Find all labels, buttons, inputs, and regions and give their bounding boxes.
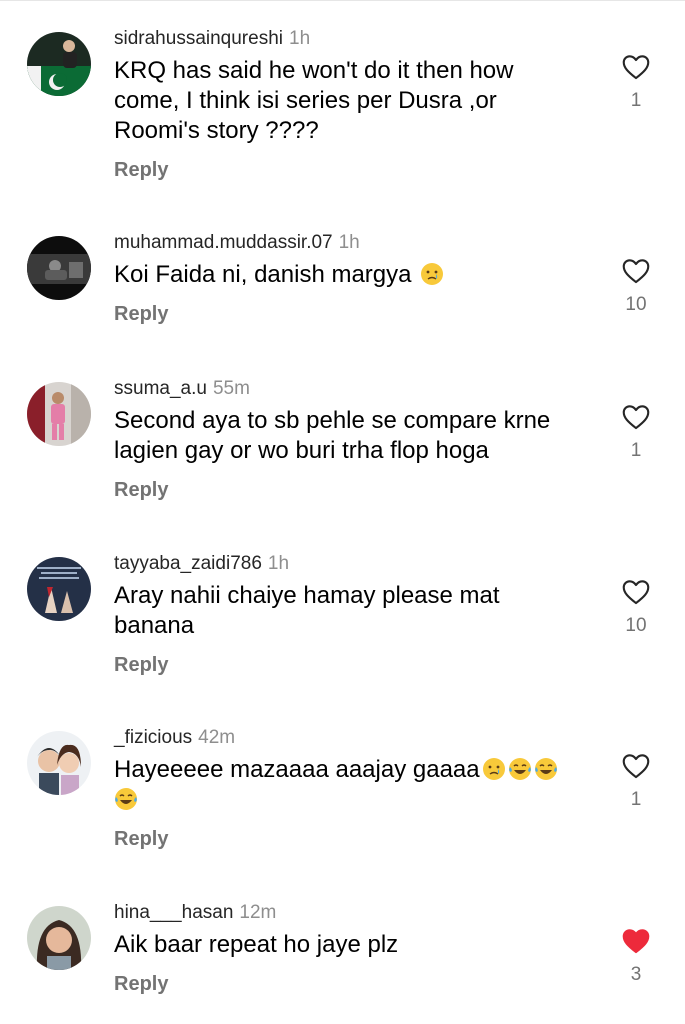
comment-text: Aik baar repeat ho jaye plz <box>114 930 584 960</box>
comment-line: KRQ has said he won't do it then how <box>114 57 514 84</box>
cartoon-couple-avatar <box>27 731 91 795</box>
comment-line: Koi Faida ni, danish margya <box>114 260 584 290</box>
comment-meta: _fizicious 42m <box>114 727 584 749</box>
timestamp: 1h <box>267 553 290 574</box>
tears-of-joy-emoji <box>115 788 137 810</box>
username[interactable]: _fizicious <box>114 727 192 748</box>
username[interactable]: sidrahussainqureshi <box>114 28 283 49</box>
reply-button[interactable]: Reply <box>114 478 168 502</box>
comment-text: Second aya to sb pehle se compare krne l… <box>114 406 584 466</box>
comment-line: Aik baar repeat ho jaye plz <box>114 931 399 958</box>
like-group: 1 <box>612 54 660 112</box>
comment-meta: ssuma_a.u 55m <box>114 378 584 400</box>
like-count: 1 <box>630 90 642 111</box>
heart-icon[interactable] <box>622 258 650 284</box>
avatar[interactable] <box>27 557 91 621</box>
comment-meta: muhammad.muddassir.07 1h <box>114 232 584 254</box>
like-group: 10 <box>612 258 660 316</box>
comment-meta: tayyaba_zaidi786 1h <box>114 553 584 575</box>
timestamp: 42m <box>198 727 236 748</box>
reply-button[interactable]: Reply <box>114 653 168 677</box>
comment-line-text: Koi Faida ni, danish margya <box>114 261 412 288</box>
crying-face-emoji <box>482 758 505 780</box>
username[interactable]: muhammad.muddassir.07 <box>114 232 333 253</box>
flag-profile-avatar <box>27 32 91 96</box>
comment-line: Hayeeeee mazaaaa aaajay gaaaa <box>114 755 584 785</box>
heart-icon[interactable] <box>622 579 650 605</box>
comment-meta: sidrahussainqureshi 1h <box>114 28 584 50</box>
comment-line <box>114 785 584 815</box>
comment-line: Aray nahii chaiye hamay please mat <box>114 582 500 609</box>
timestamp: 1h <box>338 232 360 253</box>
comment-line-text: Hayeeeee mazaaaa aaajay gaaaa <box>114 756 480 783</box>
timestamp: 12m <box>239 902 277 923</box>
avatar[interactable] <box>27 32 91 96</box>
heart-icon[interactable] <box>622 54 650 80</box>
like-group: 3 <box>612 928 660 986</box>
comment-line: lagien gay or wo buri trha flop hoga <box>114 437 489 464</box>
avatar[interactable] <box>27 731 91 795</box>
comment-text: KRQ has said he won't do it then how com… <box>114 56 584 146</box>
comment-line: banana <box>114 612 195 639</box>
comment-text: Hayeeeee mazaaaa aaajay gaaaa <box>114 755 584 815</box>
comment-line: Second aya to sb pehle se compare krne <box>114 407 551 434</box>
like-count: 1 <box>630 440 642 461</box>
username[interactable]: hina___hasan <box>114 902 233 923</box>
reply-button[interactable]: Reply <box>114 158 168 182</box>
crying-face-emoji <box>421 263 444 285</box>
avatar[interactable] <box>27 906 91 970</box>
comment-line: come, I think isi series per Dusra ,or <box>114 87 497 114</box>
dark-photo-avatar <box>27 236 91 300</box>
like-group: 1 <box>612 753 660 811</box>
reply-button[interactable]: Reply <box>114 302 168 326</box>
comment-text: Aray nahii chaiye hamay please mat banan… <box>114 581 584 641</box>
timestamp: 1h <box>289 28 311 49</box>
quote-image-avatar <box>27 557 91 621</box>
like-count: 1 <box>630 789 642 810</box>
timestamp: 55m <box>212 378 250 399</box>
like-group: 1 <box>612 404 660 462</box>
reply-button[interactable]: Reply <box>114 972 168 996</box>
comment-text: Koi Faida ni, danish margya <box>114 260 584 290</box>
heart-icon[interactable] <box>622 404 650 430</box>
top-divider <box>0 0 685 1</box>
tears-of-joy-emoji <box>534 758 557 780</box>
comment-line: Roomi's story ???? <box>114 117 319 144</box>
comment-meta: hina___hasan 12m <box>114 902 584 924</box>
username[interactable]: ssuma_a.u <box>114 378 207 399</box>
heart-icon[interactable] <box>622 753 650 779</box>
reply-button[interactable]: Reply <box>114 827 168 851</box>
tears-of-joy-emoji <box>508 758 531 780</box>
person-pink-avatar <box>27 382 91 446</box>
like-group: 10 <box>612 579 660 637</box>
like-count: 10 <box>625 615 647 636</box>
avatar[interactable] <box>27 236 91 300</box>
avatar[interactable] <box>27 382 91 446</box>
woman-portrait-avatar <box>27 906 91 970</box>
like-count: 3 <box>630 964 642 985</box>
heart-filled-icon[interactable] <box>622 928 650 954</box>
username[interactable]: tayyaba_zaidi786 <box>114 553 262 574</box>
like-count: 10 <box>625 294 647 315</box>
